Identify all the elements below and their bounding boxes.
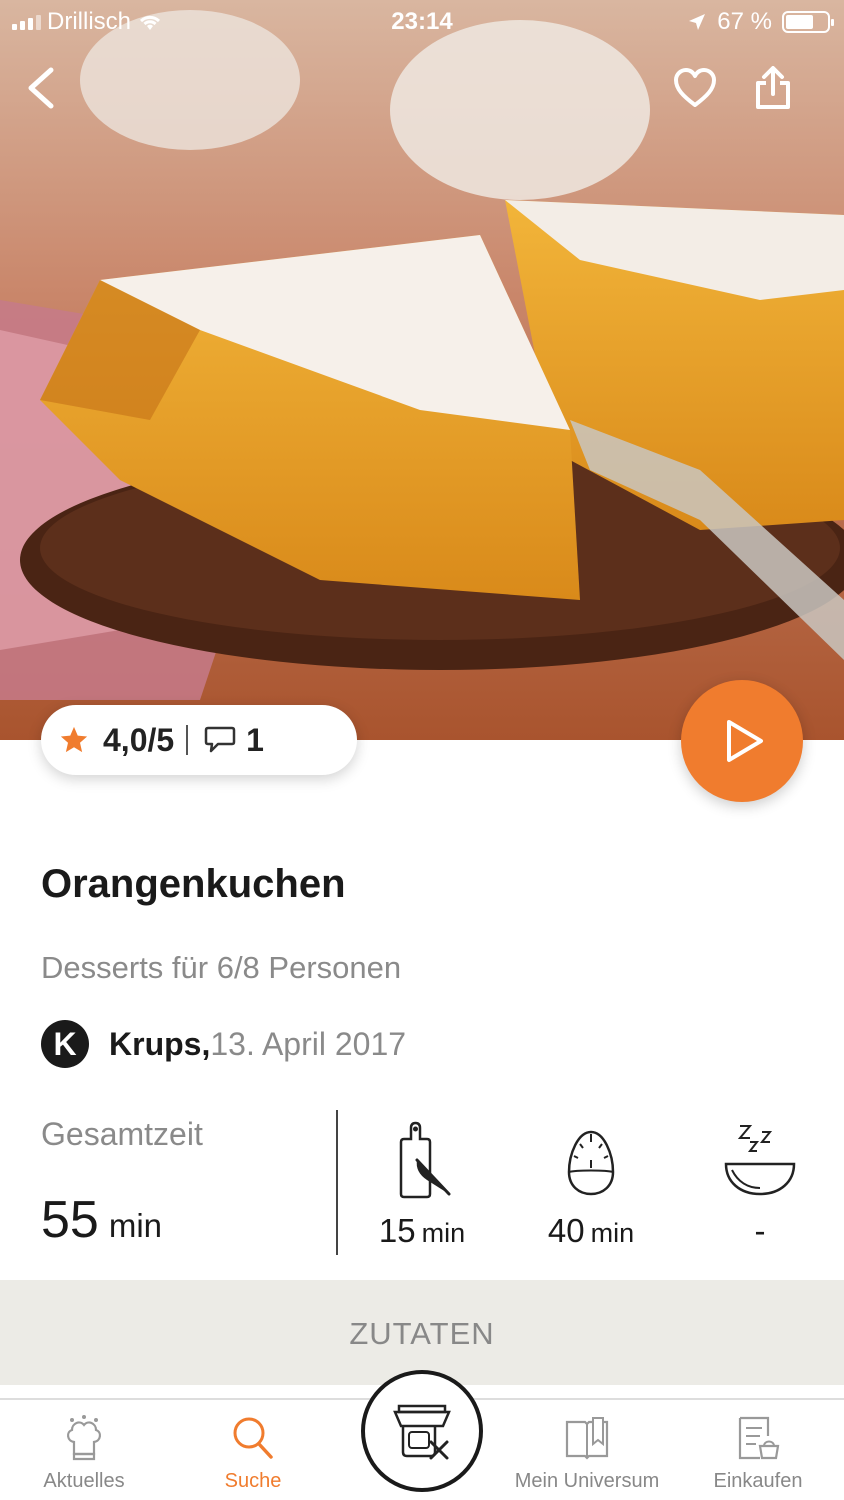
battery-percent: 67 % (717, 8, 772, 35)
tab-einkaufen[interactable]: Einkaufen (678, 1414, 838, 1493)
prep-time-unit: min (421, 1218, 466, 1248)
times-section: Gesamtzeit 55 min 15 min 40 min - (0, 1110, 844, 1255)
rating-pill[interactable]: 4,0/5 1 (41, 705, 357, 775)
shopping-list-icon (738, 1416, 780, 1460)
comment-count: 1 (246, 721, 264, 758)
battery-icon (782, 11, 834, 33)
times-divider (336, 1110, 338, 1255)
prep-time: 15 min (352, 1120, 492, 1250)
total-time-value: 55 min (41, 1190, 162, 1250)
egg-timer-icon (567, 1130, 615, 1196)
prep-time-value: 15 min (352, 1212, 492, 1250)
author-name: Krups, (109, 1025, 211, 1062)
tab-label: Mein Universum (514, 1470, 660, 1492)
favorite-button[interactable] (667, 60, 723, 116)
tab-aktuelles[interactable]: Aktuelles (4, 1414, 164, 1493)
recipe-subtitle: Desserts für 6/8 Personen (41, 950, 402, 985)
search-icon (233, 1417, 273, 1459)
rating-divider (186, 725, 189, 755)
author-row[interactable]: K Krups, 13. April 2017 (41, 1020, 406, 1068)
bake-time-value: 40 min (521, 1212, 661, 1250)
tab-mein-universum[interactable]: Mein Universum (507, 1414, 667, 1493)
comment-icon (204, 726, 236, 753)
cutting-board-icon (399, 1121, 451, 1199)
status-bar: Drillisch 23:14 67 % (0, 0, 844, 40)
cooking-device-button[interactable] (361, 1370, 483, 1492)
location-arrow-icon (689, 14, 706, 30)
publish-date: 13. April 2017 (210, 1025, 407, 1062)
total-time-label: Gesamtzeit (41, 1116, 203, 1152)
tab-suche[interactable]: Suche (173, 1414, 333, 1493)
rest-time-value: - (754, 1212, 766, 1249)
book-icon (565, 1417, 609, 1460)
total-time-number: 55 (41, 1191, 99, 1249)
play-button[interactable] (681, 680, 803, 802)
rest-time: - (690, 1120, 830, 1250)
tab-label: Suche (224, 1470, 282, 1492)
resting-bowl-icon (724, 1125, 796, 1196)
tab-label: Aktuelles (43, 1470, 125, 1492)
play-icon (727, 720, 763, 762)
author-logo: K (41, 1020, 89, 1068)
chef-hat-icon (67, 1415, 101, 1461)
recipe-title: Orangenkuchen (41, 862, 346, 906)
bake-time: 40 min (521, 1120, 661, 1250)
chevron-left-icon (28, 67, 54, 109)
total-time-unit: min (108, 1207, 163, 1244)
share-button[interactable] (745, 60, 801, 116)
rating-score: 4,0/5 (103, 721, 175, 758)
star-icon (60, 726, 88, 753)
status-right: 67 % (687, 8, 834, 36)
cooking-device-icon (393, 1404, 451, 1460)
share-icon (756, 66, 790, 109)
bake-time-unit: min (590, 1218, 635, 1248)
tab-label: Einkaufen (713, 1470, 803, 1492)
prep-time-number: 15 (378, 1212, 416, 1249)
bake-time-number: 40 (547, 1212, 585, 1249)
back-button[interactable] (12, 60, 68, 116)
heart-icon (674, 68, 716, 107)
